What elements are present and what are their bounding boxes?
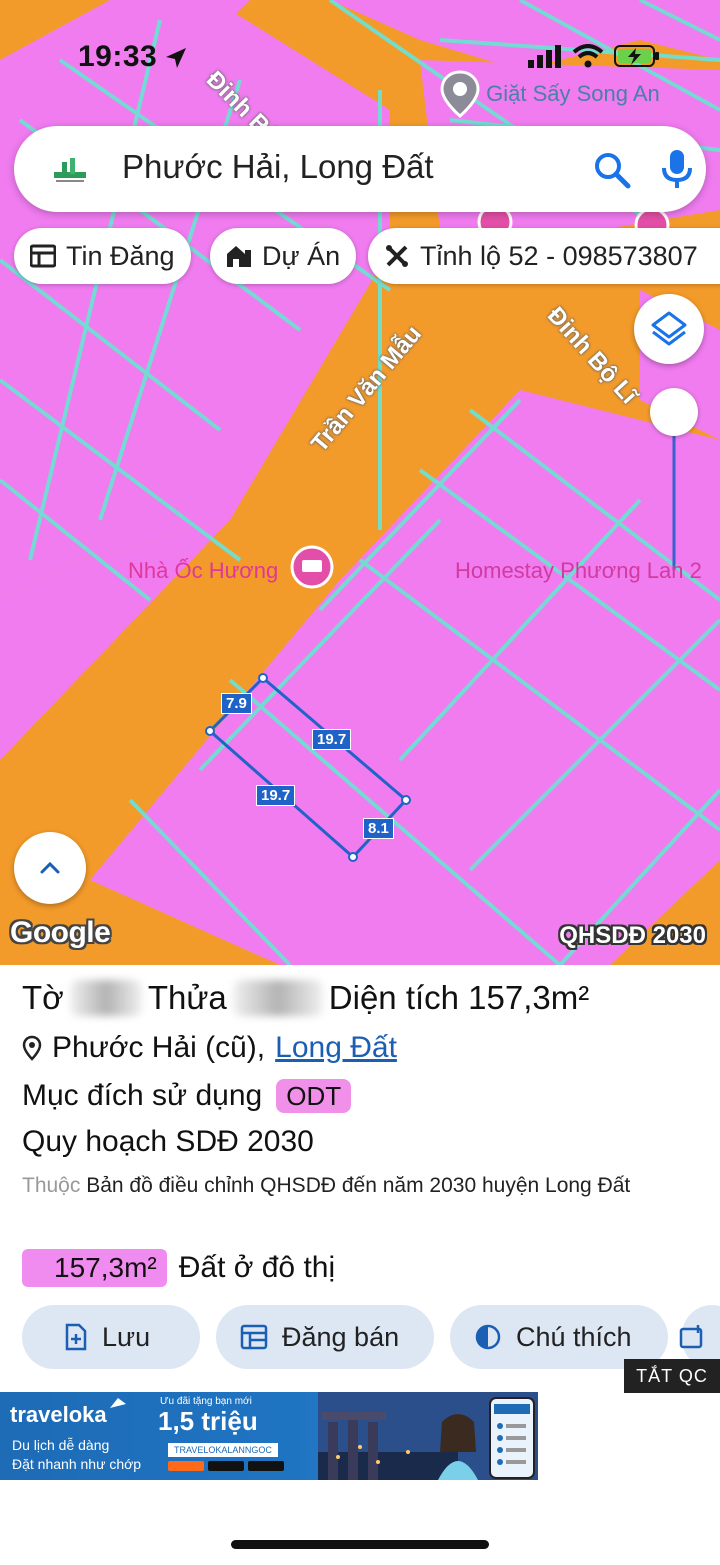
chip-du-an-label: Dự Án	[262, 240, 341, 271]
thua-label: Thửa	[147, 979, 227, 1016]
legend-label: Chú thích	[516, 1321, 632, 1352]
poi-homestay[interactable]: Homestay Phương Lan 2	[455, 558, 702, 584]
ad-store-buttons	[168, 1461, 284, 1471]
status-icons	[528, 44, 660, 68]
expand-panel-button[interactable]	[14, 832, 86, 904]
table-icon	[240, 1324, 268, 1350]
play-store-badge	[248, 1461, 284, 1471]
plan-source: Thuộc Bản đồ điều chỉnh QHSDĐ đến năm 20…	[22, 1169, 712, 1202]
bird-logo-icon	[110, 1398, 126, 1408]
parcel-dim-top: 7.9	[221, 693, 252, 714]
location-link[interactable]: Long Đất	[275, 1031, 397, 1065]
location-text: Phước Hải (cũ),	[52, 1031, 266, 1064]
area-value-pill: 157,3m²	[22, 1249, 167, 1287]
google-logo: Google	[10, 916, 111, 949]
parcel-header: Tờ Thửa Diện tích 157,3m²	[22, 979, 589, 1017]
area-label: Diện tích 157,3m²	[328, 979, 590, 1016]
chip-tin-dang-label: Tin Đăng	[66, 240, 175, 271]
ad-amount: 1,5 triệu	[158, 1406, 258, 1436]
layers-button[interactable]	[634, 294, 704, 364]
add-file-icon	[65, 1323, 87, 1351]
search-bar[interactable]: Phước Hải, Long Đất	[14, 126, 706, 212]
close-ad-button[interactable]: TẮT QC	[624, 1359, 720, 1393]
ad-banner[interactable]: traveloka Du lịch dễ dàng Đặt nhanh như …	[0, 1392, 538, 1480]
post-sale-label: Đăng bán	[282, 1321, 400, 1352]
building-icon	[227, 246, 251, 267]
chevron-up-icon	[40, 861, 60, 874]
ad-city-image	[318, 1392, 538, 1480]
save-button-label: Lưu	[102, 1321, 151, 1352]
ad-brand: traveloka	[10, 1402, 107, 1427]
location-pin-icon	[22, 1035, 42, 1061]
home-indicator[interactable]	[231, 1540, 489, 1549]
plan-source-text: Bản đồ điều chỉnh QHSDĐ đến năm 2030 huy…	[86, 1174, 631, 1197]
poi-giat-say-label: Giặt Sấy Song An	[486, 81, 660, 106]
layers-icon	[651, 311, 687, 346]
parcel-dim-right: 19.7	[312, 729, 352, 750]
map-pin-icon	[440, 70, 480, 118]
ad-line-1: Du lịch dễ dàng	[12, 1437, 110, 1453]
map-view[interactable]: 19:33 Giặt Sấy Song An Đinh Bộ Lĩ Trần V…	[0, 0, 720, 965]
land-type-row: 157,3m² Đất ở đô thị	[22, 1249, 335, 1287]
parcel-location: Phước Hải (cũ), Long Đất	[22, 1031, 397, 1065]
ad-code: TRAVELOKALANNGOC	[168, 1443, 278, 1457]
app-store-badge	[208, 1461, 244, 1471]
wifi-icon	[572, 44, 604, 68]
battery-icon	[614, 45, 659, 67]
contrast-icon	[475, 1324, 501, 1350]
mic-icon[interactable]	[660, 148, 694, 190]
plan-title: Quy hoạch SDĐ 2030	[22, 1125, 314, 1158]
parcel-info-panel: Tờ Thửa Diện tích 157,3m² Phước Hải (cũ)…	[0, 965, 720, 1395]
layer-label: QHSDĐ 2030	[559, 922, 706, 949]
poi-nha-oc-huong[interactable]: Nhà Ốc Hương	[128, 558, 278, 584]
add-image-icon	[679, 1325, 703, 1349]
redacted-thua-number	[232, 980, 323, 1016]
chip-tin-dang[interactable]: Tin Đăng	[14, 228, 191, 284]
land-type-text: Đất ở đô thị	[178, 1251, 336, 1284]
purpose-row: Mục đích sử dụng ODT	[22, 1079, 352, 1113]
redacted-to-number	[69, 980, 142, 1016]
search-icon[interactable]	[592, 150, 632, 190]
to-label: Tờ	[22, 979, 64, 1016]
ad-cta	[168, 1461, 204, 1471]
parcel-dim-bottom: 8.1	[363, 818, 394, 839]
chip-du-an[interactable]: Dự Án	[210, 228, 357, 284]
purpose-badge: ODT	[276, 1079, 352, 1113]
poi-giat-say[interactable]: Giặt Sấy Song An	[440, 70, 660, 118]
listing-icon	[30, 244, 56, 268]
save-button[interactable]: Lưu	[22, 1305, 200, 1369]
compass-handle[interactable]	[650, 388, 698, 436]
status-time: 19:33	[78, 40, 158, 73]
purpose-label: Mục đích sử dụng	[22, 1079, 263, 1112]
chip-route[interactable]: Tỉnh lộ 52 - 098573807	[368, 228, 720, 284]
location-arrow-icon	[164, 46, 188, 75]
plan-source-prefix: Thuộc	[22, 1174, 81, 1197]
parcel-dim-left: 19.7	[256, 785, 296, 806]
tools-icon	[386, 245, 408, 267]
signal-icon	[528, 45, 561, 68]
post-sale-button[interactable]: Đăng bán	[216, 1305, 434, 1369]
app-logo-icon	[54, 158, 86, 182]
ad-line-2: Đặt nhanh như chớp	[12, 1456, 142, 1472]
chip-route-label: Tỉnh lộ 52 - 098573807	[420, 240, 698, 271]
search-input[interactable]: Phước Hải, Long Đất	[122, 148, 434, 186]
